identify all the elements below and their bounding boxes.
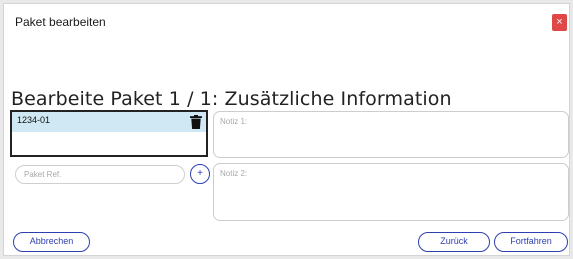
note1-placeholder: Notiz 1: [220, 117, 248, 126]
package-list: 1234-01 [10, 110, 208, 157]
page-heading: Bearbeite Paket 1 / 1: Zusätzliche Infor… [11, 88, 452, 110]
note2-placeholder: Notiz 2: [220, 169, 248, 178]
continue-button[interactable]: Fortfahren [494, 232, 568, 252]
add-button[interactable]: + [190, 164, 210, 184]
dialog-title: Paket bearbeiten [15, 15, 106, 29]
note1-field[interactable]: Notiz 1: [213, 111, 569, 158]
package-list-item[interactable]: 1234-01 [12, 112, 206, 132]
cancel-button[interactable]: Abbrechen [13, 232, 90, 252]
package-ref-input[interactable] [15, 165, 185, 184]
note2-field[interactable]: Notiz 2: [213, 163, 569, 221]
trash-icon[interactable] [190, 115, 202, 129]
package-item-label: 1234-01 [17, 115, 51, 125]
close-button[interactable]: × [552, 14, 567, 31]
back-button[interactable]: Zurück [418, 232, 490, 252]
